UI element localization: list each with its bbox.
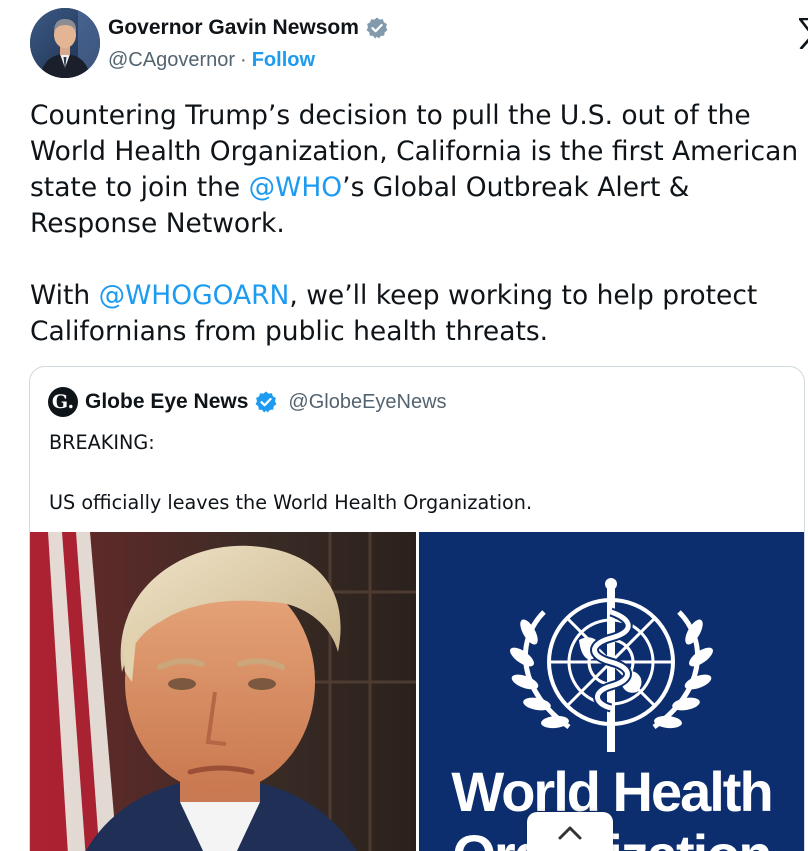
author-avatar[interactable]: [30, 8, 100, 78]
mention-who-link[interactable]: @WHO: [249, 172, 343, 203]
avatar-photo: [30, 8, 100, 78]
who-title-text: World Health: [451, 760, 773, 823]
scroll-up-button[interactable]: [527, 812, 613, 851]
x-logo-icon[interactable]: [799, 18, 808, 49]
portrait-photo: [30, 532, 416, 851]
quoted-media: World Health Organization: [30, 532, 804, 851]
tweet-line: Countering Trump’s decision to pull the …: [30, 100, 751, 131]
tweet-text-segment: , we’ll keep working to help protect: [289, 280, 758, 311]
tweet-text-segment: With: [30, 280, 99, 311]
tweet-line: With @WHOGOARN, we’ll keep working to he…: [30, 278, 806, 314]
quoted-tweet-header: G. Globe Eye News @GlobeEyeNews: [48, 387, 447, 417]
follow-button[interactable]: Follow: [252, 49, 315, 72]
author-display-name[interactable]: Governor Gavin Newsom: [108, 16, 359, 40]
tweet-line: Response Network.: [30, 208, 285, 239]
tweet-embed: Governor Gavin Newsom @CAgovernor · Foll…: [0, 0, 808, 851]
quoted-tweet-text: BREAKING: US officially leaves the World…: [49, 428, 789, 518]
quoted-tweet-card[interactable]: G. Globe Eye News @GlobeEyeNews BREAKING…: [29, 366, 805, 851]
quoted-handle: @GlobeEyeNews: [288, 390, 447, 413]
who-emblem: [510, 578, 713, 752]
tweet-line: state to join the @WHO’s Global Outbreak…: [30, 170, 806, 206]
tweet-header: Governor Gavin Newsom @CAgovernor · Foll…: [30, 8, 808, 78]
separator-dot: ·: [240, 49, 247, 71]
media-image-right[interactable]: World Health Organization: [419, 532, 804, 851]
mention-whogoarn-link[interactable]: @WHOGOARN: [99, 280, 290, 311]
author-name-row: Governor Gavin Newsom: [108, 14, 389, 42]
media-image-left[interactable]: [30, 532, 416, 851]
chevron-up-icon: [558, 826, 582, 840]
globe-eye-news-logo: G.: [48, 387, 78, 417]
quoted-display-name: Globe Eye News: [85, 390, 249, 413]
gray-verified-check-icon: [366, 17, 388, 39]
author-handle-row: @CAgovernor · Follow: [108, 49, 315, 72]
quoted-line: US officially leaves the World Health Or…: [49, 491, 533, 514]
tweet-line: Californians from public health threats.: [30, 316, 549, 347]
tweet-text: Countering Trump’s decision to pull the …: [30, 98, 806, 350]
author-handle[interactable]: @CAgovernor: [108, 49, 235, 72]
blue-verified-check-icon: [256, 391, 277, 413]
tweet-text-segment: state to join the: [30, 172, 249, 203]
tweet-text-segment: ’s Global Outbreak Alert &: [342, 172, 690, 203]
tweet-line: World Health Organization, California is…: [30, 136, 799, 167]
quoted-line: BREAKING:: [49, 431, 155, 454]
